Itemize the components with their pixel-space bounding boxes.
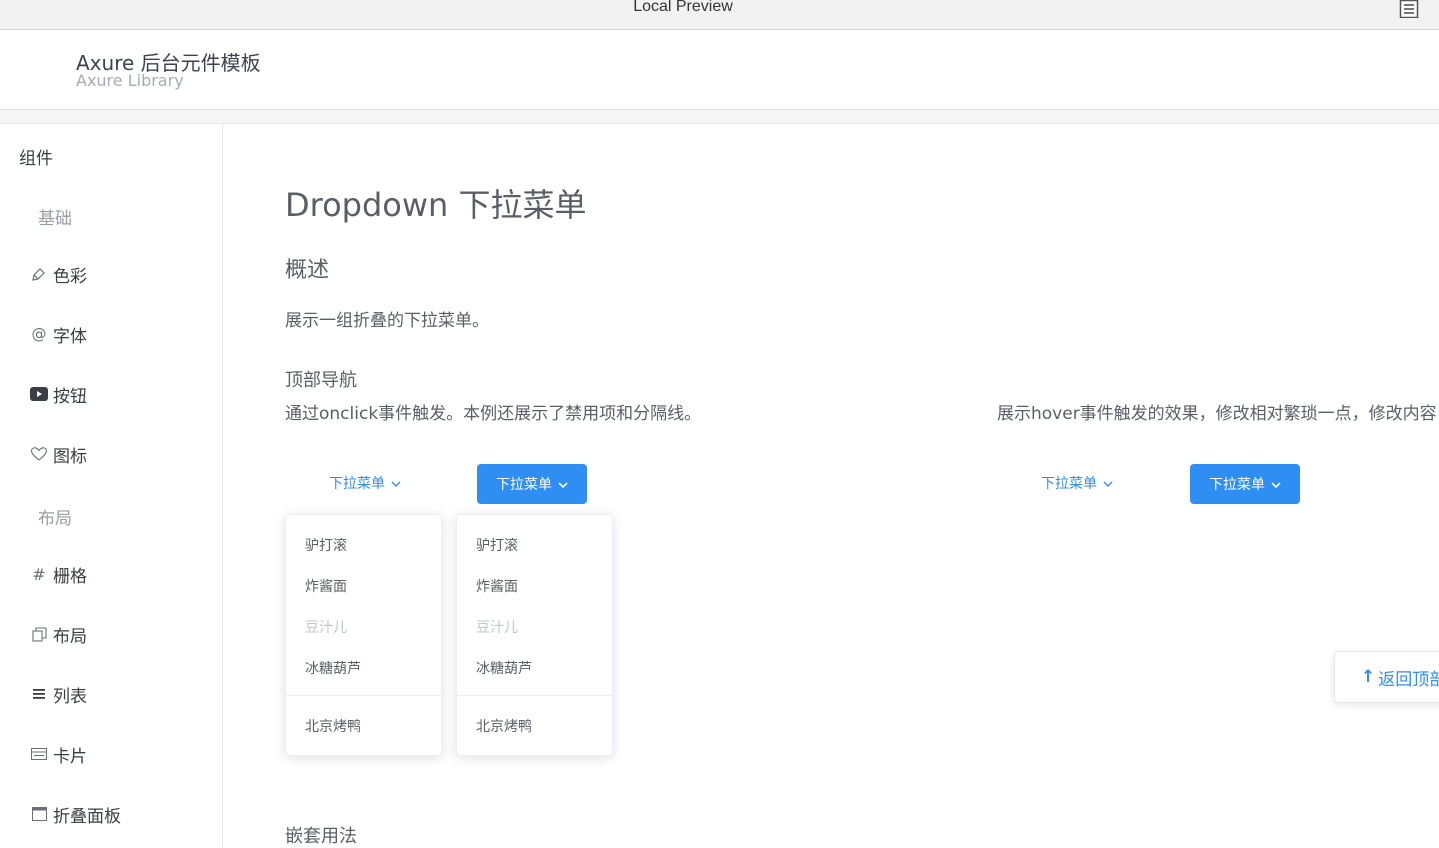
- menu-item[interactable]: 北京烤鸭: [476, 716, 532, 736]
- sidebar-item-icon[interactable]: 图标: [30, 442, 87, 467]
- dropdown-link-hover[interactable]: 下拉菜单: [1022, 463, 1132, 503]
- menu-item[interactable]: 冰糖葫芦: [476, 658, 532, 678]
- header-divider: [0, 110, 1439, 124]
- sidebar-group-basic: 基础: [38, 209, 72, 229]
- sidebar-item-button[interactable]: 按钮: [30, 382, 87, 407]
- play-button-icon: [30, 385, 48, 403]
- dropdown-label: 下拉菜单: [496, 477, 552, 493]
- sidebar-item-list[interactable]: 列表: [30, 682, 87, 707]
- brand-subtitle: Axure Library: [76, 71, 184, 90]
- sidebar: 组件 基础 色彩 @ 字体 按钮 图标 布局 # 栅格 布局 列表 卡片 折叠面…: [0, 124, 223, 848]
- back-to-top-button[interactable]: ↑ 返回顶部: [1334, 651, 1439, 703]
- sidebar-group-layout: 布局: [38, 509, 72, 529]
- sidebar-item-color[interactable]: 色彩: [30, 262, 87, 287]
- dropdown-menu: 驴打滚 炸酱面 豆汁儿 冰糖葫芦 北京烤鸭: [285, 514, 442, 756]
- dropdown-label: 下拉菜单: [1041, 476, 1097, 492]
- notes-icon[interactable]: [1399, 0, 1419, 19]
- sidebar-section-components: 组件: [19, 149, 53, 169]
- sidebar-item-font[interactable]: @ 字体: [30, 322, 88, 347]
- hover-description: 展示hover事件触发的效果，修改相对繁琐一点，修改内容: [997, 404, 1437, 424]
- menu-divider: [457, 695, 612, 696]
- sidebar-item-layout[interactable]: 布局: [30, 622, 87, 647]
- chevron-down-icon: [1103, 475, 1113, 491]
- nested-usage-heading: 嵌套用法: [285, 826, 357, 847]
- at-icon: @: [31, 325, 47, 343]
- dropdown-menu: 驴打滚 炸酱面 豆汁儿 冰糖葫芦 北京烤鸭: [456, 514, 613, 756]
- copy-layout-icon: [30, 625, 48, 643]
- sidebar-item-label: 栅格: [53, 566, 87, 587]
- arrow-up-icon: ↑: [1361, 667, 1376, 687]
- heart-icon: [30, 445, 48, 463]
- menu-item[interactable]: 冰糖葫芦: [305, 658, 361, 678]
- overview-text: 展示一组折叠的下拉菜单。: [285, 311, 489, 331]
- dropdown-button-onclick[interactable]: 下拉菜单: [477, 464, 587, 504]
- sidebar-item-card[interactable]: 卡片: [30, 742, 87, 767]
- dropdown-button-hover[interactable]: 下拉菜单: [1190, 464, 1300, 504]
- dropdown-link-onclick[interactable]: 下拉菜单: [310, 463, 420, 503]
- dropdown-label: 下拉菜单: [329, 476, 385, 492]
- sidebar-item-label: 字体: [53, 326, 87, 347]
- sidebar-item-label: 图标: [53, 446, 87, 467]
- grid-hash-icon: #: [32, 564, 46, 584]
- menu-divider: [286, 695, 441, 696]
- preview-bar: Local Preview: [0, 0, 1439, 30]
- app-header: Axure 后台元件模板 Axure Library: [0, 30, 1439, 110]
- sidebar-item-collapse[interactable]: 折叠面板: [30, 802, 121, 827]
- sidebar-item-label: 折叠面板: [53, 806, 121, 827]
- brush-icon: [30, 265, 48, 283]
- menu-item[interactable]: 驴打滚: [305, 535, 347, 555]
- chevron-down-icon: [1271, 476, 1281, 492]
- card-icon: [30, 745, 48, 763]
- menu-item[interactable]: 北京烤鸭: [305, 716, 361, 736]
- menu-item[interactable]: 炸酱面: [476, 576, 518, 596]
- chevron-down-icon: [558, 476, 568, 492]
- menu-item-disabled: 豆汁儿: [305, 620, 347, 636]
- menu-item[interactable]: 驴打滚: [476, 535, 518, 555]
- menu-item[interactable]: 炸酱面: [305, 576, 347, 596]
- overview-heading: 概述: [285, 258, 330, 283]
- sidebar-item-label: 布局: [53, 626, 87, 647]
- menu-item-disabled: 豆汁儿: [476, 620, 518, 636]
- dropdown-label: 下拉菜单: [1209, 477, 1265, 493]
- collapse-panel-icon: [30, 805, 48, 823]
- sidebar-item-label: 按钮: [53, 386, 87, 407]
- list-icon: [30, 685, 48, 703]
- sidebar-item-grid[interactable]: # 栅格: [30, 562, 87, 587]
- sidebar-item-label: 卡片: [53, 746, 87, 767]
- page-title: Dropdown 下拉菜单: [285, 186, 587, 224]
- chevron-down-icon: [391, 475, 401, 491]
- sidebar-item-label: 色彩: [53, 266, 87, 287]
- window-title: Local Preview: [633, 0, 733, 15]
- topnav-heading: 顶部导航: [285, 370, 357, 391]
- onclick-description: 通过onclick事件触发。本例还展示了禁用项和分隔线。: [285, 404, 702, 424]
- back-to-top-label: 返回顶部: [1378, 669, 1439, 690]
- sidebar-item-label: 列表: [53, 686, 87, 707]
